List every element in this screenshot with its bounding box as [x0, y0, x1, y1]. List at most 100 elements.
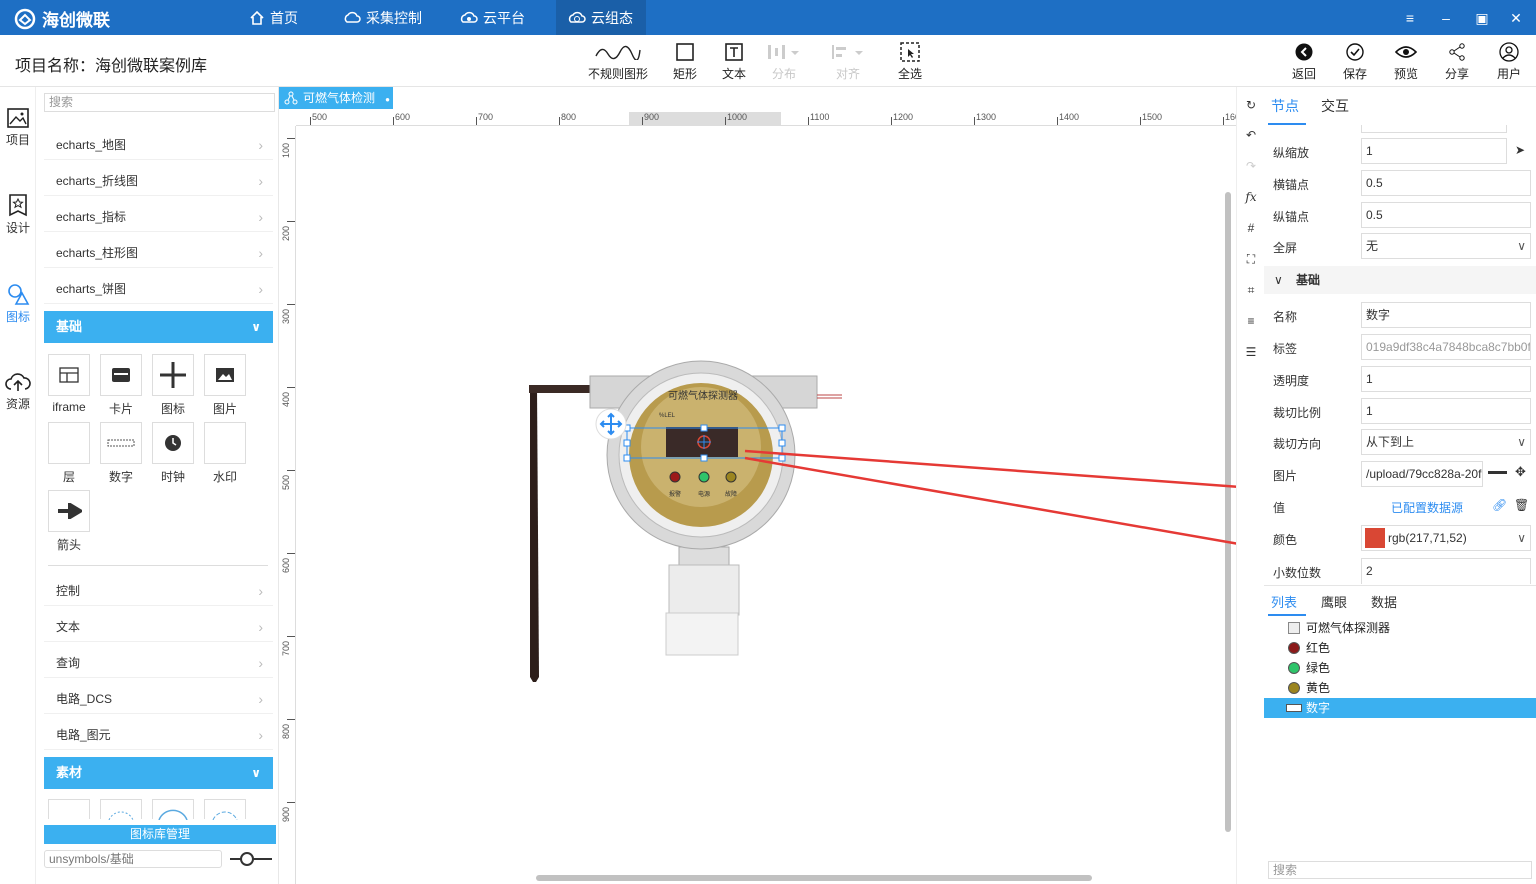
refresh-icon[interactable]: ↻ [1243, 97, 1259, 113]
trash-icon[interactable]: 🗑︎ [1514, 498, 1529, 512]
tree-item-number[interactable]: 数字 [1264, 698, 1536, 718]
select-all-tool[interactable]: 全选 [880, 41, 940, 82]
material-tile[interactable] [100, 799, 142, 821]
slider-knob[interactable] [240, 852, 254, 866]
nav-project[interactable]: 项目 [0, 107, 36, 148]
tree-item-green[interactable]: 绿色 [1264, 658, 1536, 678]
close-icon[interactable]: ✕ [1508, 10, 1524, 26]
name-input[interactable]: 数字 [1361, 302, 1531, 328]
category-query[interactable]: 查询 › [44, 648, 273, 678]
library-path-input[interactable]: unsymbols/基础 [44, 850, 222, 868]
move-icon[interactable]: ✥ [1515, 464, 1526, 480]
canvas-tab[interactable]: 可燃气体检测 ● [279, 87, 393, 109]
tree-item-red[interactable]: 红色 [1264, 638, 1536, 658]
redo-icon[interactable]: ↷ [1243, 158, 1259, 174]
resize-handle[interactable] [778, 424, 786, 432]
canvas-area[interactable]: 可燃气体检测 ● 500 600 700 800 900 1000 1100 1200 1300… [279, 87, 1245, 884]
resize-handle[interactable] [623, 454, 631, 462]
nav-scada[interactable]: 云组态 [556, 0, 646, 35]
category-control[interactable]: 控制 › [44, 576, 273, 606]
category-text[interactable]: 文本 › [44, 612, 273, 642]
library-search-input[interactable]: 搜索 [44, 93, 275, 112]
nav-cloud[interactable]: 云平台 [448, 0, 537, 35]
irregular-shape-tool[interactable]: 不规则图形 [588, 41, 648, 82]
maximize-icon[interactable]: ▣ [1474, 10, 1490, 26]
ruler-tick [287, 802, 295, 803]
material-tile[interactable] [204, 799, 246, 821]
tree-item-yellow[interactable]: 黄色 [1264, 678, 1536, 698]
nav-design[interactable]: 设计 [0, 193, 36, 236]
align-tool[interactable]: 对齐 [818, 41, 878, 82]
category-echarts-indicator[interactable]: echarts_指标 › [44, 202, 273, 232]
tab-list[interactable]: 列表 [1271, 592, 1297, 611]
icon-library-manage-button[interactable]: 图标库管理 [44, 825, 276, 844]
tile-layer[interactable]: 层 [48, 422, 90, 485]
function-icon[interactable]: fx [1243, 189, 1259, 205]
fullscreen-select[interactable]: 无 ∨ [1361, 233, 1531, 259]
undo-icon[interactable]: ↶ [1243, 127, 1259, 143]
scan-icon[interactable]: ⌗ [1243, 282, 1259, 298]
tile-number[interactable]: 数字 [100, 422, 142, 485]
tree-search-input[interactable]: 搜索 [1268, 861, 1532, 879]
vertical-scrollbar[interactable] [1225, 192, 1231, 832]
tile-clock[interactable]: 时钟 [152, 422, 194, 485]
brand-logo[interactable]: 海创微联 [14, 6, 110, 31]
share-button[interactable]: 分享 [1427, 41, 1487, 82]
align-lines-icon[interactable]: ≡ [1243, 313, 1259, 329]
tab-interaction[interactable]: 交互 [1321, 96, 1349, 116]
image-path-input[interactable]: /upload/79cc828a-20f [1361, 461, 1483, 487]
resize-handle[interactable] [700, 454, 708, 462]
resize-handle[interactable] [700, 424, 708, 432]
tile-card[interactable]: 卡片 [100, 354, 142, 417]
tile-iframe[interactable]: iframe [48, 354, 90, 414]
tile-arrow[interactable]: 箭头 [48, 490, 90, 553]
category-basic-header[interactable]: 基础 ∨ [44, 311, 273, 343]
menu-icon[interactable]: ≡ [1402, 10, 1418, 26]
resize-handle[interactable] [778, 454, 786, 462]
indent-icon[interactable]: ☰ [1243, 344, 1259, 360]
fit-screen-icon[interactable]: ⛶ [1243, 251, 1259, 267]
category-echarts-pie[interactable]: echarts_饼图 › [44, 274, 273, 304]
tab-node[interactable]: 节点 [1271, 96, 1299, 116]
material-tile[interactable] [48, 799, 90, 819]
zoom-slider[interactable] [230, 852, 272, 866]
tab-data[interactable]: 数据 [1371, 592, 1397, 611]
anchor-y-input[interactable]: 0.5 [1361, 202, 1531, 228]
scale-y-input[interactable]: 1 [1361, 138, 1507, 164]
send-icon[interactable]: ➤ [1515, 143, 1525, 157]
crop-ratio-input[interactable]: 1 [1361, 398, 1531, 424]
nav-icons[interactable]: 图标 [0, 282, 36, 325]
category-echarts-map[interactable]: echarts_地图 › [44, 130, 273, 160]
material-tile[interactable] [152, 799, 194, 821]
category-echarts-bar[interactable]: echarts_柱形图 › [44, 238, 273, 268]
tab-eagle-eye[interactable]: 鹰眼 [1321, 592, 1347, 611]
category-material-header[interactable]: 素材 ∨ [44, 757, 273, 789]
category-circuit-element[interactable]: 电路_图元 › [44, 720, 273, 750]
nav-resources[interactable]: 资源 [0, 371, 36, 412]
color-picker[interactable]: rgb(217,71,52) ∨ [1361, 525, 1531, 551]
link-icon[interactable]: 🔗︎ [1492, 498, 1507, 512]
horizontal-scrollbar[interactable] [536, 875, 1092, 881]
minimize-icon[interactable]: – [1438, 10, 1454, 26]
digits-preview-icon[interactable]: ▬▬ [1488, 466, 1507, 477]
resize-handle[interactable] [778, 439, 786, 447]
resize-handle[interactable] [623, 439, 631, 447]
tag-input[interactable]: 019a9df38c4a7848bca8c7bb0f [1361, 334, 1531, 360]
user-button[interactable]: 用户 [1479, 41, 1536, 82]
category-echarts-line[interactable]: echarts_折线图 › [44, 166, 273, 196]
opacity-input[interactable]: 1 [1361, 366, 1531, 392]
category-circuit-dcs[interactable]: 电路_DCS › [44, 684, 273, 714]
grid-icon[interactable]: # [1243, 220, 1259, 236]
tile-watermark[interactable]: 水印 [204, 422, 246, 485]
tile-icon[interactable]: 图标 [152, 354, 194, 417]
decimals-input[interactable]: 2 [1361, 558, 1531, 584]
section-basic-header[interactable]: ∨ 基础 [1264, 266, 1536, 294]
crop-direction-select[interactable]: 从下到上 ∨ [1361, 429, 1531, 455]
tile-image[interactable]: 图片 [204, 354, 246, 417]
nav-collect[interactable]: 采集控制 [331, 0, 434, 35]
nav-home[interactable]: 首页 [237, 0, 310, 35]
datasource-status-link[interactable]: 已配置数据源 [1391, 499, 1463, 516]
distribute-tool[interactable]: 分布 [754, 41, 814, 82]
anchor-x-input[interactable]: 0.5 [1361, 170, 1531, 196]
tree-item-detector[interactable]: 可燃气体探测器 [1264, 618, 1536, 638]
